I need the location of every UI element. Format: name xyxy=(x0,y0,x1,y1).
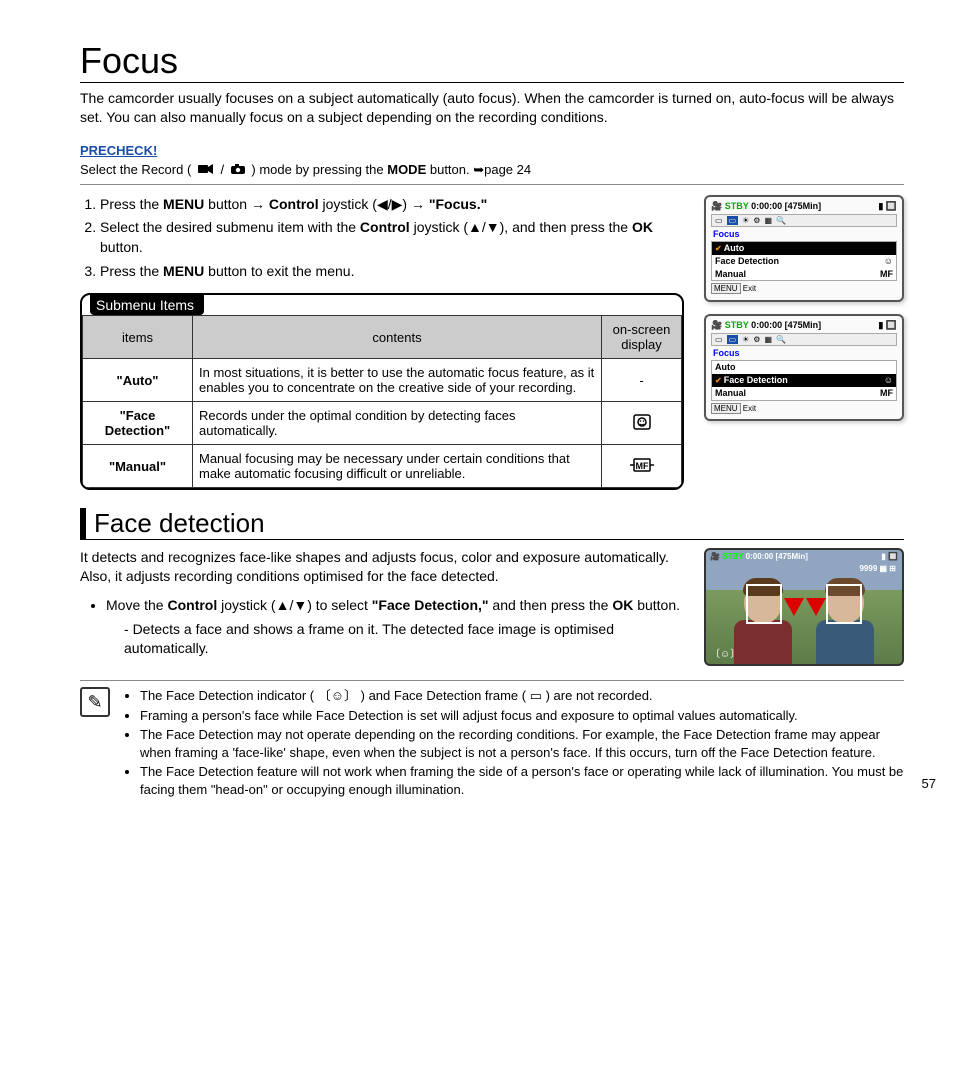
col-osd: on-screen display xyxy=(602,316,682,359)
face-icon: ☺ xyxy=(884,256,893,267)
notes-list: The Face Detection indicator ( 〔☺〕 ) and… xyxy=(140,687,904,800)
battery-icon: ▮ 🔲 xyxy=(878,201,897,212)
table-row: "Auto" In most situations, it is better … xyxy=(83,359,682,402)
precheck-label: PRECHECK! xyxy=(80,143,904,158)
note-item: The Face Detection may not operate depen… xyxy=(140,726,904,761)
mode-word: MODE xyxy=(387,162,426,177)
photo-camera-icon xyxy=(230,163,246,178)
menu-item-auto[interactable]: Auto xyxy=(712,361,896,374)
menu-screen-face: 🎥 STBY 0:00:00 [475Min]▮ 🔲 ▭▭☀⚙▦🔍 Focus … xyxy=(704,314,904,421)
menu-item-manual[interactable]: ManualMF xyxy=(712,268,896,281)
menu-exit[interactable]: MENU Exit xyxy=(711,284,897,294)
face-indicator-icon: 〔☺〕 xyxy=(710,645,740,660)
arrow-icon xyxy=(806,598,826,616)
arrow-icon xyxy=(784,598,804,616)
menu-heading: Focus xyxy=(713,348,897,359)
camera-icon: 🎥 xyxy=(710,552,720,561)
table-row: "Manual" Manual focusing may be necessar… xyxy=(83,445,682,488)
precheck-suffix: button. ➥page 24 xyxy=(430,162,531,177)
face-frame xyxy=(826,584,862,624)
step-2: Select the desired submenu item with the… xyxy=(100,218,684,257)
menu-exit[interactable]: MENU Exit xyxy=(711,404,897,414)
steps-list: Press the MENU button → Control joystick… xyxy=(100,195,684,281)
camera-mode-icon: 🎥 xyxy=(711,320,722,330)
precheck-mid: ) mode by pressing the xyxy=(251,162,387,177)
menu-heading: Focus xyxy=(713,229,897,240)
video-camera-icon xyxy=(197,163,215,178)
submenu-table: items contents on-screen display "Auto" … xyxy=(82,315,682,488)
col-contents: contents xyxy=(193,316,602,359)
child-body xyxy=(816,620,874,666)
face-icon: ☺ xyxy=(884,375,893,386)
step-1: Press the MENU button → Control joystick… xyxy=(100,195,684,215)
page-number: 57 xyxy=(922,776,936,791)
menu-tabs: ▭▭☀⚙▦🔍 xyxy=(711,214,897,228)
face-detection-title: Face detection xyxy=(80,508,904,540)
submenu-tab: Submenu Items xyxy=(90,295,204,315)
intro-text: The camcorder usually focuses on a subje… xyxy=(80,89,904,127)
manual-focus-icon: MF xyxy=(602,445,682,488)
battery-icon: ▮ 🔲 xyxy=(878,320,897,331)
face-bullet: Move the Control joystick (▲/▼) to selec… xyxy=(106,596,684,659)
note-item: The Face Detection indicator ( 〔☺〕 ) and… xyxy=(140,687,904,705)
menu-item-face[interactable]: ✔Face Detection☺ xyxy=(712,374,896,387)
slash: / xyxy=(221,162,228,177)
menu-item-face[interactable]: Face Detection☺ xyxy=(712,255,896,268)
menu-item-auto[interactable]: ✔Auto xyxy=(712,242,896,255)
mf-icon: MF xyxy=(880,269,893,280)
face-dash: Detects a face and shows a frame on it. … xyxy=(124,620,684,659)
submenu-box: Submenu Items items contents on-screen d… xyxy=(80,293,684,490)
table-row: "Face Detection" Records under the optim… xyxy=(83,402,682,445)
child-body xyxy=(734,620,792,666)
battery-icon: ▮ 🔲 xyxy=(881,552,898,561)
face-detection-preview: 🎥 STBY 0:00:00 [475Min]▮ 🔲 9999 ▦ ⊞ 〔☺〕 xyxy=(704,548,904,666)
note-item: The Face Detection feature will not work… xyxy=(140,763,904,798)
face-body: It detects and recognizes face-like shap… xyxy=(80,548,684,586)
svg-text:MF: MF xyxy=(635,461,648,471)
note-box: ✎ The Face Detection indicator ( 〔☺〕 ) a… xyxy=(80,680,904,800)
step-3: Press the MENU button to exit the menu. xyxy=(100,262,684,282)
precheck-text: Select the Record ( / ) mode by pressing… xyxy=(80,162,904,185)
face-frame xyxy=(746,584,782,624)
precheck-prefix: Select the Record ( xyxy=(80,162,195,177)
menu-screen-auto: 🎥 STBY 0:00:00 [475Min]▮ 🔲 ▭▭☀⚙▦🔍 Focus … xyxy=(704,195,904,302)
col-items: items xyxy=(83,316,193,359)
camera-mode-icon: 🎥 xyxy=(711,201,722,211)
page-title: Focus xyxy=(80,40,904,83)
mf-icon: MF xyxy=(880,388,893,399)
note-item: Framing a person's face while Face Detec… xyxy=(140,707,904,725)
face-detection-icon xyxy=(602,402,682,445)
menu-tabs: ▭▭☀⚙▦🔍 xyxy=(711,333,897,347)
menu-item-manual[interactable]: ManualMF xyxy=(712,387,896,400)
note-icon: ✎ xyxy=(80,687,110,717)
